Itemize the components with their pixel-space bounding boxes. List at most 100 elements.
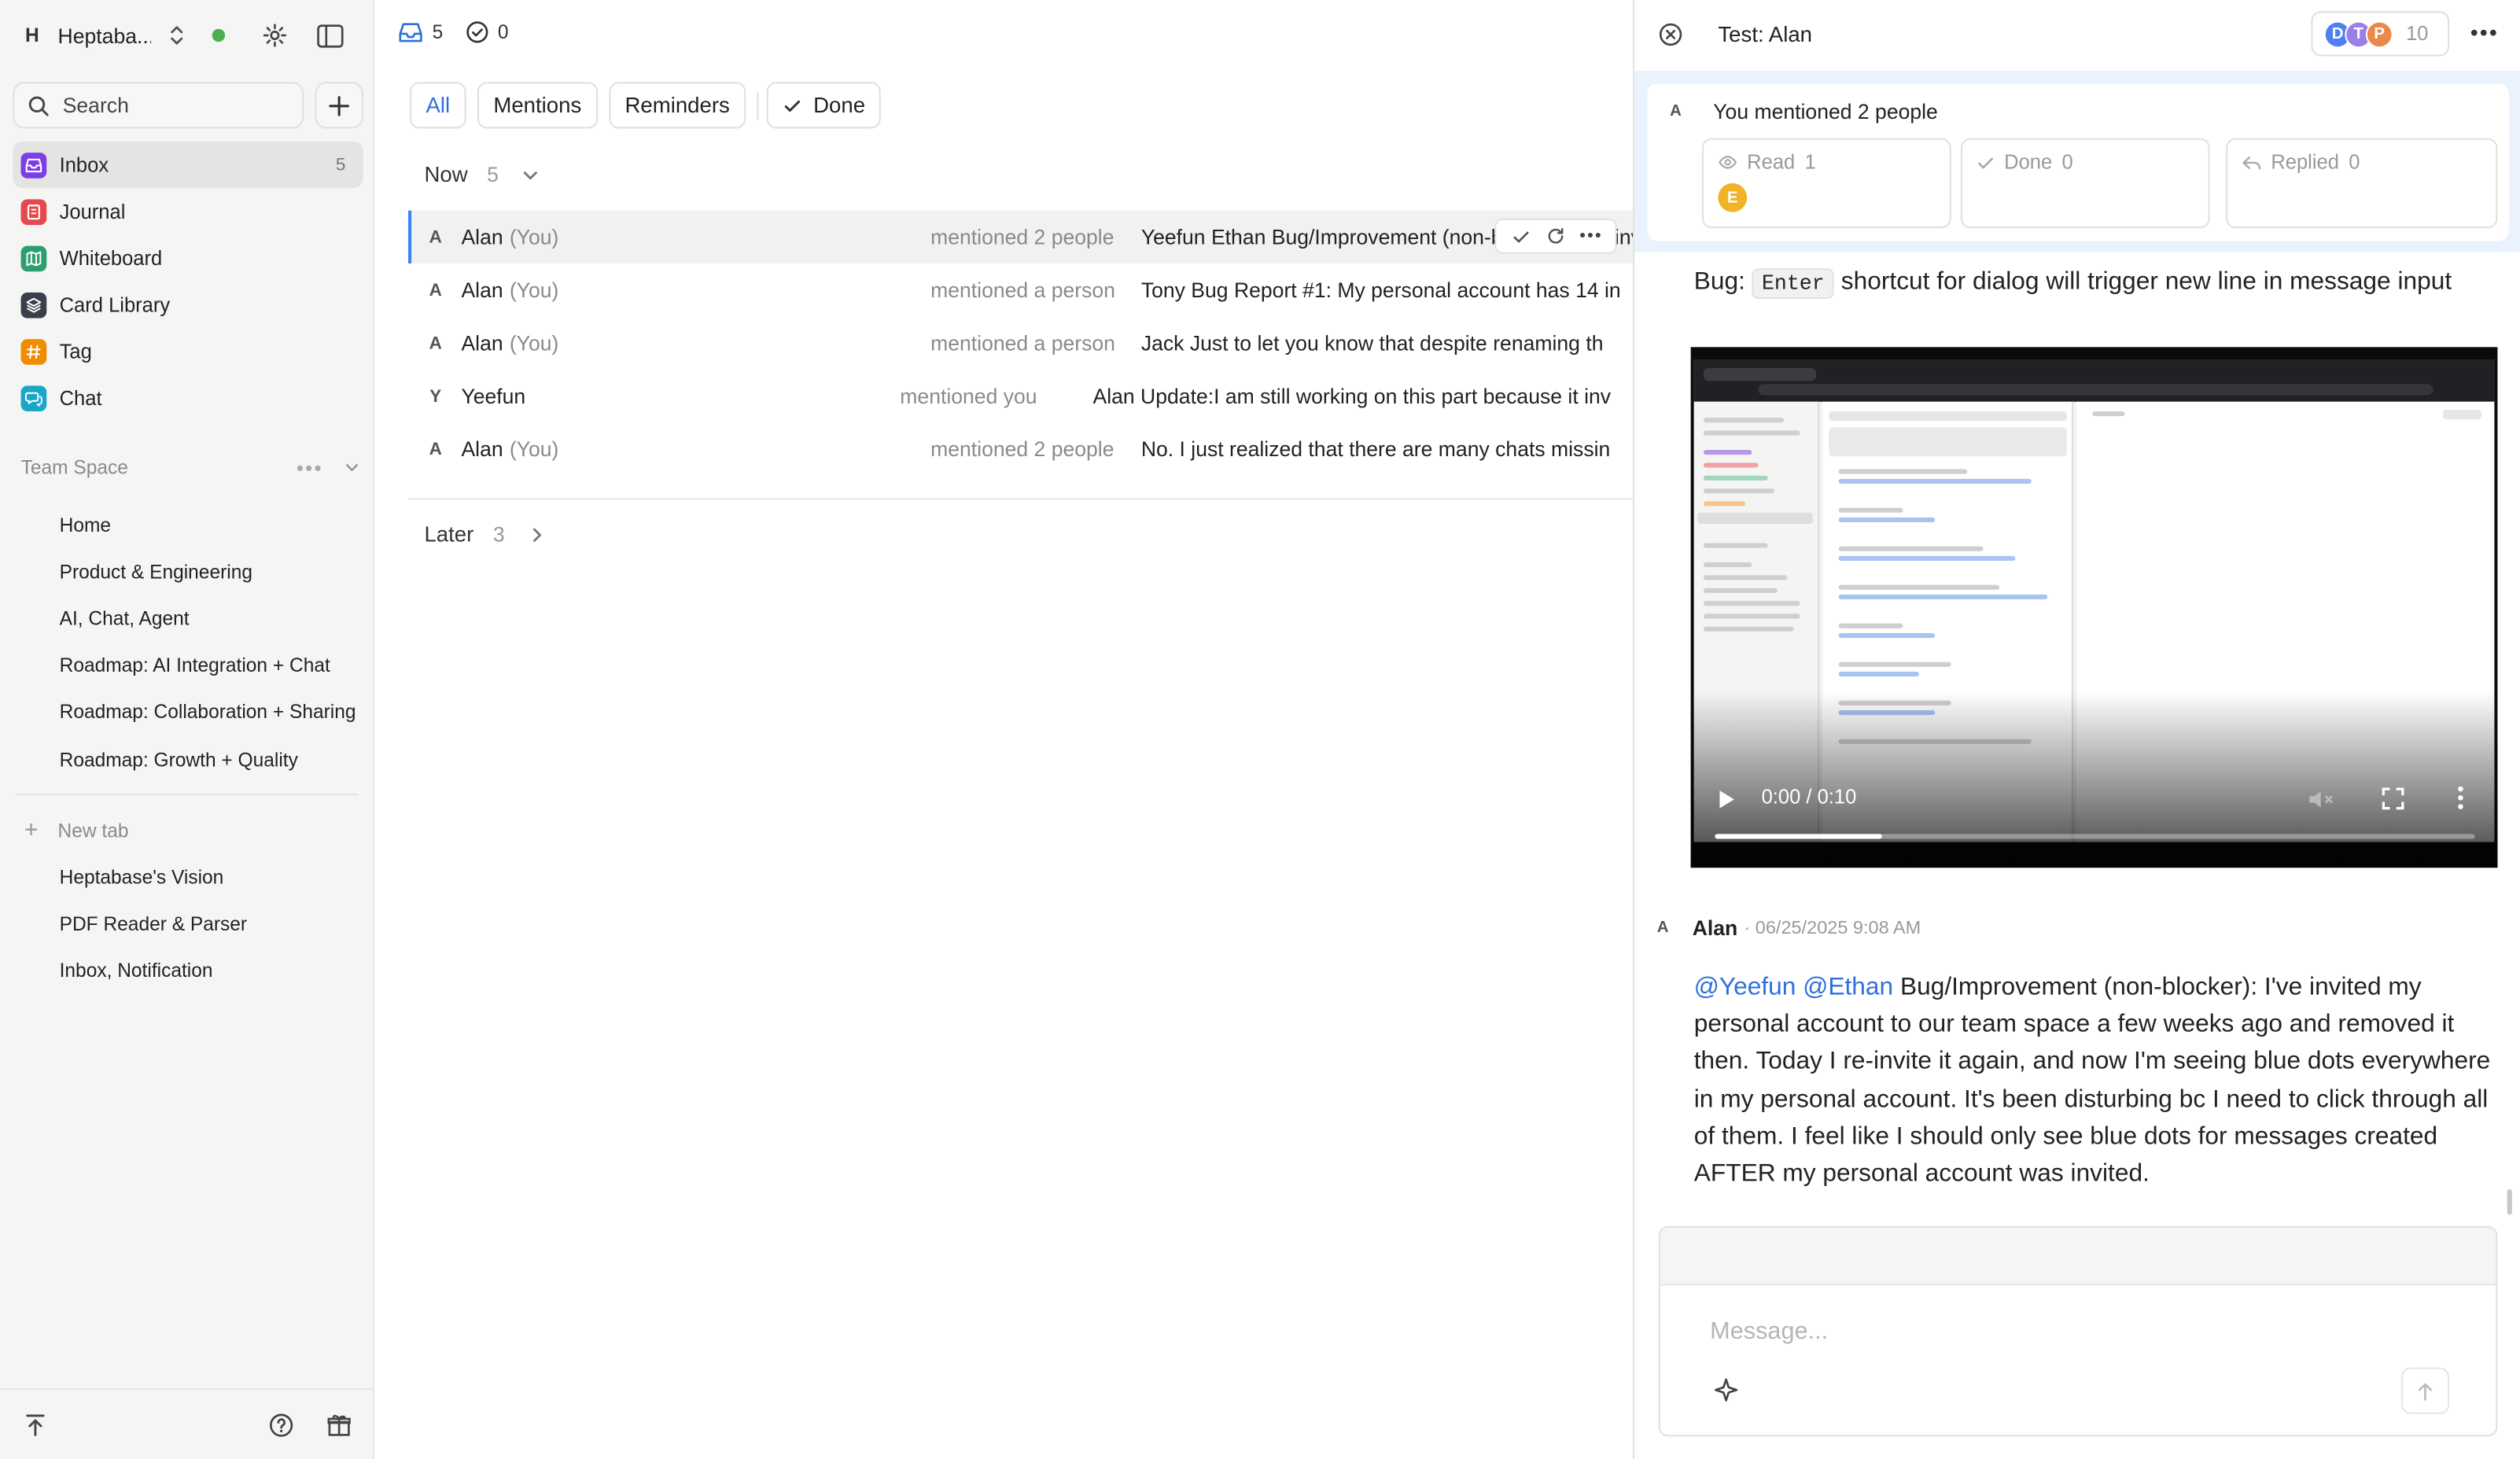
open-tab-item[interactable]: Heptabase's Vision: [13, 853, 363, 901]
team-space-item[interactable]: Roadmap: AI Integration + Chat: [13, 642, 363, 689]
video-overlay: [1690, 691, 2498, 868]
video-player[interactable]: 0:00 / 0:10: [1690, 347, 2498, 868]
add-button[interactable]: [315, 82, 363, 129]
settings-button[interactable]: [257, 17, 293, 53]
participants-button[interactable]: D T P 10: [2311, 11, 2450, 57]
inbox-filters: All Mentions Reminders Done: [410, 82, 893, 129]
sidebar-item-chat[interactable]: Chat: [13, 374, 363, 421]
sidebar-item-inbox[interactable]: Inbox 5: [13, 141, 363, 189]
help-icon[interactable]: [268, 1413, 294, 1439]
inbox-row-action: mentioned a person: [930, 278, 1115, 303]
sidebar-item-label: Chat: [59, 386, 102, 409]
new-tab-button[interactable]: + New tab: [24, 816, 129, 844]
sidebar-item-card-library[interactable]: Card Library: [13, 282, 363, 328]
mark-done-icon[interactable]: [1503, 222, 1538, 251]
arrow-up-icon: [2419, 1382, 2432, 1400]
inbox-row[interactable]: A Alan (You) mentioned a person Tony Bug Rep…: [408, 263, 1633, 316]
composer-reply-bar: [1660, 1227, 2496, 1286]
fullscreen-icon[interactable]: [2382, 787, 2404, 810]
group-now-header[interactable]: Now 5: [424, 162, 540, 186]
mention-link[interactable]: @Yeefun: [1694, 974, 1796, 1001]
workspace-name[interactable]: Heptaba...: [58, 24, 152, 48]
you-label: (You): [509, 225, 559, 249]
avatar: A: [429, 439, 442, 459]
close-icon[interactable]: [1659, 23, 1683, 47]
open-tabs-list: Heptabase's Vision PDF Reader & Parser Inb…: [13, 853, 363, 994]
scrollbar[interactable]: [2507, 1188, 2512, 1215]
inbox-tray-icon[interactable]: [399, 21, 423, 44]
more-icon[interactable]: •••: [297, 455, 323, 480]
collapse-to-top-icon[interactable]: [23, 1413, 49, 1439]
message-timestamp: · 06/25/2025 9:08 AM: [1744, 918, 1921, 938]
sidebar-item-tag[interactable]: Tag: [13, 328, 363, 374]
inbox-row[interactable]: Y Yeefun mentioned you Alan Update:I am sti…: [408, 370, 1633, 422]
inbox-row-message: Jack Just to let you know that despite r…: [1140, 330, 1604, 356]
filter-mentions[interactable]: Mentions: [477, 82, 598, 129]
snooze-icon[interactable]: [1538, 222, 1574, 251]
inbox-row-author: Alan: [461, 437, 503, 462]
done-count: 0: [497, 20, 509, 44]
chevron-down-icon[interactable]: [342, 458, 362, 477]
team-space-item[interactable]: Home: [13, 501, 363, 548]
stat-replied-label: Replied: [2271, 151, 2339, 174]
page-icon: [24, 700, 49, 724]
message-author[interactable]: Alan: [1693, 916, 1738, 941]
sparkle-icon[interactable]: [1713, 1377, 1739, 1403]
inbox-row[interactable]: A Alan (You) mentioned 2 people No. I just r…: [408, 422, 1633, 475]
toggle-sidebar-button[interactable]: [311, 17, 347, 53]
stat-replied-value: 0: [2349, 151, 2360, 174]
message-input[interactable]: [1710, 1317, 2386, 1357]
filter-done[interactable]: Done: [766, 82, 882, 129]
row-actions: •••: [1494, 218, 1617, 254]
more-icon[interactable]: •••: [1573, 222, 1608, 251]
search-input[interactable]: [62, 93, 288, 118]
volume-muted-icon[interactable]: [2308, 789, 2334, 810]
card-library-icon: [20, 291, 47, 318]
team-space-header[interactable]: Team Space •••: [21, 455, 362, 481]
more-vertical-icon[interactable]: [2457, 786, 2463, 810]
workspace-switcher[interactable]: H Heptaba...: [16, 16, 361, 54]
check-circle-icon[interactable]: [466, 21, 488, 44]
detail-header: Test: Alan D T P 10 •••: [1634, 0, 2520, 71]
video-progress-bar[interactable]: [1715, 834, 2475, 839]
open-tab-label: Heptabase's Vision: [59, 865, 224, 888]
send-button[interactable]: [2400, 1367, 2450, 1414]
group-later-label: Later: [424, 521, 474, 547]
sidebar-item-whiteboard[interactable]: Whiteboard: [13, 234, 363, 281]
group-later-header[interactable]: Later 3: [424, 522, 546, 547]
avatar: A: [1656, 919, 1669, 938]
open-tab-label: PDF Reader & Parser: [59, 912, 248, 935]
team-space-item[interactable]: Product & Engineering: [13, 548, 363, 595]
chevron-up-down-icon[interactable]: [164, 23, 190, 49]
inbox-row[interactable]: A Alan (You) mentioned a person Jack Just to…: [408, 316, 1633, 369]
you-label: (You): [509, 330, 559, 356]
open-tab-item[interactable]: PDF Reader & Parser: [13, 900, 363, 947]
mention-summary-card: A You mentioned 2 people Read 1 E Done 0…: [1647, 83, 2509, 241]
sidebar-item-journal[interactable]: Journal: [13, 188, 363, 234]
search-box[interactable]: [13, 82, 304, 129]
team-space-item[interactable]: AI, Chat, Agent: [13, 595, 363, 643]
stat-replied[interactable]: Replied 0: [2226, 138, 2498, 229]
more-icon[interactable]: •••: [2470, 20, 2499, 46]
filter-reminders[interactable]: Reminders: [609, 82, 746, 129]
team-space-item[interactable]: Roadmap: Growth + Quality: [13, 736, 363, 783]
team-space-item-label: AI, Chat, Agent: [59, 607, 190, 630]
gift-icon[interactable]: [326, 1413, 352, 1439]
open-tab-item[interactable]: Inbox, Notification: [13, 947, 363, 994]
inbox-panel: 5 0 All Mentions Reminders Done Now 5 AA…: [376, 0, 1634, 1459]
sidebar-item-label: Journal: [59, 200, 126, 223]
stat-read[interactable]: Read 1 E: [1701, 138, 1951, 229]
mention-link[interactable]: @Ethan: [1803, 974, 1893, 1001]
video-progress-fill: [1715, 834, 1882, 839]
chevron-down-icon[interactable]: [521, 164, 541, 184]
play-icon[interactable]: [1718, 789, 1735, 810]
chevron-right-icon[interactable]: [527, 525, 547, 544]
avatar: E: [1718, 182, 1748, 212]
team-space-item[interactable]: Roadmap: Collaboration + Sharing: [13, 689, 363, 736]
eye-icon: [1719, 156, 1737, 169]
chat-icon: [20, 385, 47, 411]
stat-done[interactable]: Done 0: [1960, 138, 2210, 229]
inbox-row[interactable]: A Alan (You) mentioned 2 people Yeefun Ethan…: [408, 210, 1634, 264]
filter-all[interactable]: All: [410, 82, 466, 129]
participant-count: 10: [2405, 22, 2429, 46]
